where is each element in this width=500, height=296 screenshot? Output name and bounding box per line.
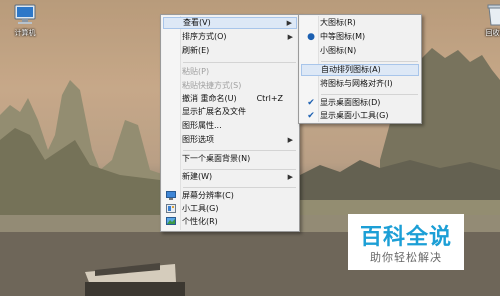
desktop-icon-computer[interactable]: 计算机 xyxy=(3,4,47,38)
desktop[interactable]: 计算机 回收站 查看(V) ▶ 排序方式(O) ▶ 刷新(E) 粘贴(P) 粘贴 xyxy=(0,0,500,296)
menu-separator xyxy=(183,150,296,151)
submenu-item-auto-arrange[interactable]: 自动排列图标(A) xyxy=(301,64,419,76)
menu-item-label: 粘贴快捷方式(S) xyxy=(182,81,242,90)
menu-item-label: 个性化(R) xyxy=(182,217,218,226)
menu-separator xyxy=(183,62,296,63)
submenu-arrow-icon: ▶ xyxy=(287,136,293,144)
menu-item-graphics-options[interactable]: 图形选项 ▶ xyxy=(163,134,297,146)
view-submenu: 大图标(R) ● 中等图标(M) 小图标(N) 自动排列图标(A) 将图标与网格… xyxy=(298,14,422,124)
menu-item-new[interactable]: 新建(W) ▶ xyxy=(163,171,297,183)
menu-item-sort-by[interactable]: 排序方式(O) ▶ xyxy=(163,31,297,43)
menu-item-label: 大图标(R) xyxy=(320,18,356,27)
menu-item-label: 刷新(E) xyxy=(182,46,210,55)
recycle-bin-icon xyxy=(483,4,500,26)
watermark-title: 百科全说 xyxy=(359,225,452,250)
desktop-icon-recycle-bin[interactable]: 回收站 xyxy=(474,4,500,38)
submenu-item-show-desktop-icons[interactable]: ✔ 显示桌面图标(D) xyxy=(301,97,419,109)
menu-item-label: 查看(V) xyxy=(183,18,211,27)
screen-resolution-icon xyxy=(166,191,176,200)
personalize-icon xyxy=(166,217,176,225)
submenu-arrow-icon: ▶ xyxy=(287,33,293,41)
menu-item-label: 自动排列图标(A) xyxy=(321,65,381,74)
menu-item-label: 新建(W) xyxy=(182,172,213,181)
submenu-item-medium-icons[interactable]: ● 中等图标(M) xyxy=(301,31,419,43)
menu-item-label: 显示扩展名及文件 xyxy=(182,107,246,116)
gadgets-icon xyxy=(166,204,176,213)
menu-item-screen-resolution[interactable]: 屏幕分辨率(C) xyxy=(163,190,297,202)
menu-item-shortcut: Ctrl+Z xyxy=(256,94,283,103)
submenu-item-show-gadgets[interactable]: ✔ 显示桌面小工具(G) xyxy=(301,110,419,122)
radio-selected-icon: ● xyxy=(307,32,315,42)
menu-item-label: 图形选项 xyxy=(182,135,214,144)
submenu-arrow-icon: ▶ xyxy=(286,19,292,27)
menu-item-graphics-properties[interactable]: 图形属性... xyxy=(163,120,297,132)
menu-item-paste-shortcut[interactable]: 粘贴快捷方式(S) xyxy=(163,80,297,92)
context-menu: 查看(V) ▶ 排序方式(O) ▶ 刷新(E) 粘贴(P) 粘贴快捷方式(S) … xyxy=(160,14,300,232)
menu-item-label: 显示桌面图标(D) xyxy=(320,98,381,107)
checkmark-icon: ✔ xyxy=(307,98,315,108)
menu-item-label: 将图标与网格对齐(I) xyxy=(320,79,393,88)
menu-item-label: 中等图标(M) xyxy=(320,32,366,41)
menu-item-show-extensions[interactable]: 显示扩展名及文件 xyxy=(163,106,297,118)
menu-item-refresh[interactable]: 刷新(E) xyxy=(163,45,297,57)
menu-item-label: 图形属性... xyxy=(182,121,222,130)
submenu-item-align-to-grid[interactable]: 将图标与网格对齐(I) xyxy=(301,78,419,90)
menu-item-label: 排序方式(O) xyxy=(182,32,227,41)
menu-item-label: 下一个桌面背景(N) xyxy=(182,154,251,163)
desktop-icon-label: 计算机 xyxy=(14,29,36,37)
menu-item-label: 显示桌面小工具(G) xyxy=(320,111,389,120)
menu-item-label: 小工具(G) xyxy=(182,204,219,213)
menu-item-label: 撤消 重命名(U) xyxy=(182,94,237,103)
menu-separator xyxy=(321,94,418,95)
menu-item-label: 粘贴(P) xyxy=(182,67,210,76)
submenu-arrow-icon: ▶ xyxy=(287,173,293,181)
menu-item-undo-rename[interactable]: 撤消 重命名(U) Ctrl+Z xyxy=(163,93,297,105)
watermark-subtitle: 助你轻松解决 xyxy=(370,251,442,264)
menu-separator xyxy=(183,187,296,188)
menu-separator xyxy=(183,169,296,170)
watermark-badge: 百科全说 助你轻松解决 xyxy=(348,214,464,270)
checkmark-icon: ✔ xyxy=(307,111,315,121)
menu-item-paste[interactable]: 粘贴(P) xyxy=(163,66,297,78)
computer-icon xyxy=(12,4,38,26)
menu-item-label: 小图标(N) xyxy=(320,46,357,55)
desktop-icon-label: 回收站 xyxy=(485,29,500,37)
menu-item-next-background[interactable]: 下一个桌面背景(N) xyxy=(163,153,297,165)
menu-item-view[interactable]: 查看(V) ▶ xyxy=(163,17,297,29)
submenu-item-large-icons[interactable]: 大图标(R) xyxy=(301,17,419,29)
menu-separator xyxy=(321,61,418,62)
menu-item-personalize[interactable]: 个性化(R) xyxy=(163,216,297,228)
menu-item-label: 屏幕分辨率(C) xyxy=(182,191,234,200)
submenu-item-small-icons[interactable]: 小图标(N) xyxy=(301,45,419,57)
menu-item-gadgets[interactable]: 小工具(G) xyxy=(163,203,297,215)
